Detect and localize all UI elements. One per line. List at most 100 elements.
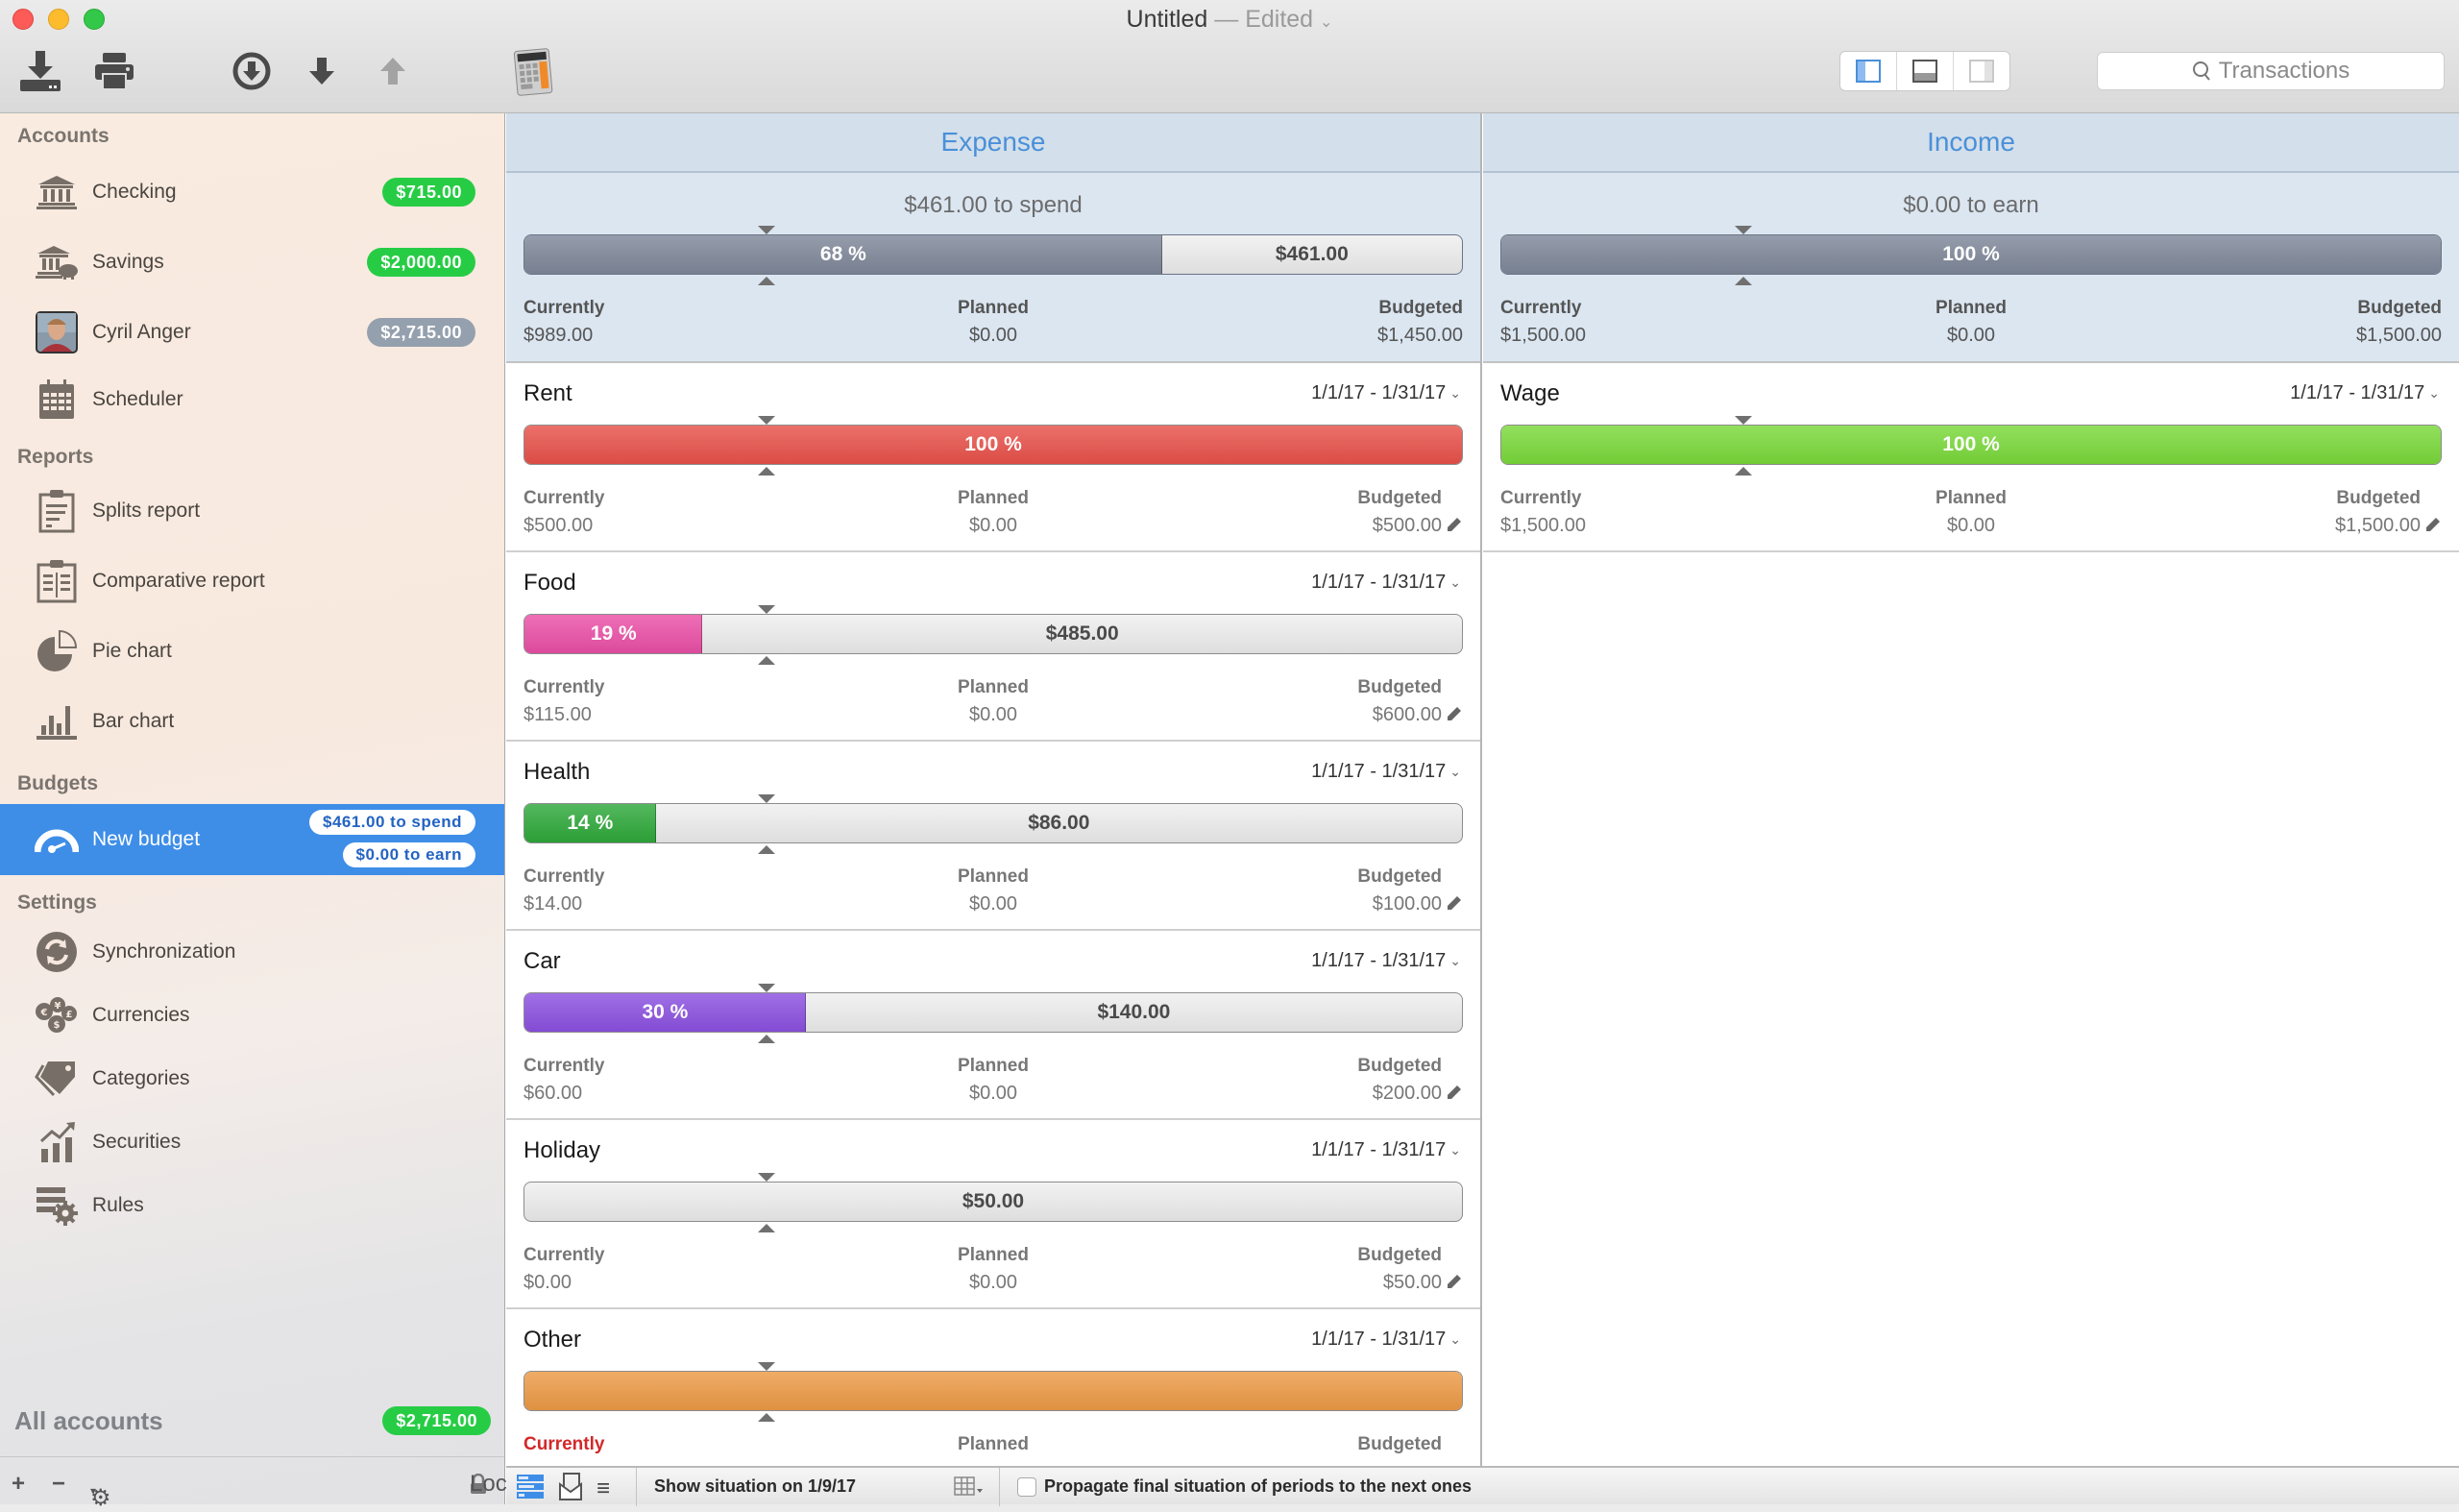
stat-value: $1,500.00 [2335,515,2421,536]
budget-category-row[interactable]: Health 1/1/17 - 1/31/17 ⌄ 14 % $86.00 Current… [506,742,1480,931]
list-view-button[interactable]: ≡ [596,1475,610,1502]
toolbar: Untitled — Edited ⌄ Transactions [0,0,2459,113]
period-selector[interactable]: 1/1/17 - 1/31/17 ⌄ [1311,950,1461,972]
sidebar-footer-bar: + − ⚙ ▾ Lock [0,1464,519,1511]
all-accounts-label: All accounts [14,1406,163,1435]
period-selector[interactable]: 1/1/17 - 1/31/17 ⌄ [1311,382,1461,404]
stat-currently: Currently $1,500.00 [1500,298,1586,347]
stat-value: $500.00 [523,515,594,536]
edit-pencil-icon[interactable] [1446,1273,1463,1297]
stat-label: Planned [958,298,1029,318]
view-mode-right-button[interactable] [1954,52,2009,90]
import-button[interactable] [17,48,63,94]
stat-label: Planned [958,1245,1029,1265]
stat-label: Budgeted [1357,866,1442,887]
period-selector[interactable]: 1/1/17 - 1/31/17 ⌄ [1311,1139,1461,1161]
period-selector[interactable]: 1/1/17 - 1/31/17 ⌄ [1311,761,1461,783]
sidebar-item-checking[interactable]: Checking $715.00 [0,165,504,219]
propagate-checkbox[interactable] [1017,1477,1036,1497]
budget-category-row[interactable]: Car 1/1/17 - 1/31/17 ⌄ 30 % $140.00 Currently… [506,931,1480,1120]
edit-pencil-icon[interactable] [1446,1084,1463,1108]
budget-list-icon [517,1475,544,1499]
svg-text:£: £ [66,1010,73,1020]
progress-percent [524,1372,1462,1410]
edit-pencil-icon[interactable] [2424,516,2442,540]
sidebar-item-comparative-report[interactable]: Comparative report [0,554,504,608]
sidebar-item-new-budget[interactable]: New budget $461.00 to spend $0.00 to ear… [0,804,504,875]
progress-percent: 100 % [1942,433,2000,455]
edit-pencil-icon[interactable] [1446,705,1463,729]
date-picker-button[interactable] [954,1476,985,1502]
stat-label: Budgeted [2336,488,2421,508]
progress-remaining: $140.00 [1097,1001,1171,1023]
stat-value: $200.00 [1372,1083,1442,1104]
category-name: Wage [1500,380,1560,406]
period-selector[interactable]: 1/1/17 - 1/31/17 ⌄ [1311,572,1461,594]
progress-percent: 19 % [590,622,637,645]
download-all-button[interactable] [231,48,273,94]
stat-planned: Planned $0.00 [958,866,1029,915]
sidebar-item-pie-chart[interactable]: Pie chart [0,624,504,678]
document-title: Untitled [1126,6,1208,33]
stat-label: Currently [523,1056,605,1076]
view-mode-sidebar-button[interactable] [1840,52,1897,90]
envelope-view-button[interactable] [558,1473,583,1506]
sidebar-item-label: Pie chart [92,640,172,662]
section-settings: Settings [17,891,97,914]
stat-label: Currently [523,488,605,508]
edit-pencil-icon[interactable] [1446,894,1463,918]
today-marker-bottom [758,277,775,285]
chevron-down-icon: ⌄ [1320,14,1333,31]
section-accounts: Accounts [17,125,110,147]
sidebar-item-synchronization[interactable]: Synchronization [0,925,504,979]
sidebar-item-rules[interactable]: Rules [0,1179,504,1232]
summary-stats: Currently $989.00 Planned $0.00 Budgeted $1… [523,298,1463,352]
period-label: 1/1/17 - 1/31/17 [1311,382,1447,403]
stat-currently: Currently $0.00 [523,1245,604,1294]
sidebar-item-securities[interactable]: Securities [0,1115,504,1169]
remove-account-button[interactable]: − [52,1471,65,1498]
period-selector[interactable]: 1/1/17 - 1/31/17 ⌄ [2290,382,2440,404]
budget-category-row[interactable]: Rent 1/1/17 - 1/31/17 ⌄ 100 % Currently $500.… [506,363,1480,552]
budget-view-button[interactable] [516,1474,545,1505]
window-title[interactable]: Untitled — Edited ⌄ [0,6,2459,34]
stat-currently: Currently $989.00 [523,298,604,347]
summary-headline: $0.00 to earn [1903,192,2039,218]
download-button[interactable] [305,48,338,94]
stat-value: $0.00 [1946,325,1996,346]
budget-category-row[interactable]: Wage 1/1/17 - 1/31/17 ⌄ 100 % Currently $1,50… [1483,363,2459,552]
app-window: Untitled — Edited ⌄ Transactions Account… [0,0,2459,1511]
sidebar-item-savings[interactable]: Savings $2,000.00 [0,235,504,289]
transactions-search-input[interactable]: Transactions [2097,52,2445,90]
edit-pencil-icon[interactable] [1446,516,1463,540]
calculator-button[interactable] [509,48,557,96]
propagate-label[interactable]: Propagate final situation of periods to … [1044,1476,1472,1497]
sidebar-item-scheduler[interactable]: Scheduler [0,373,504,427]
lock-button[interactable]: Lock [470,1471,519,1497]
sidebar-item-currencies[interactable]: € ¥ £ $ Currencies [0,988,504,1042]
period-selector[interactable]: 1/1/17 - 1/31/17 ⌄ [1311,1329,1461,1351]
situation-date-label[interactable]: Show situation on 1/9/17 [654,1476,856,1497]
view-mode-bottom-button[interactable] [1897,52,1954,90]
category-name: Other [523,1327,582,1353]
sidebar-item-cyril-anger[interactable]: Cyril Anger $2,715.00 [0,305,504,359]
upload-button[interactable] [377,48,409,94]
sidebar-item-categories[interactable]: Categories [0,1052,504,1106]
chevron-down-icon: ⌄ [1449,764,1461,779]
add-account-button[interactable]: + [12,1471,25,1498]
budget-category-row[interactable]: Food 1/1/17 - 1/31/17 ⌄ 19 % $485.00 Currentl… [506,552,1480,742]
budget-category-row[interactable]: Holiday 1/1/17 - 1/31/17 ⌄ $50.00 Currently $… [506,1120,1480,1309]
print-button[interactable] [91,48,137,94]
svg-text:$: $ [54,1020,61,1031]
sidebar-item-bar-chart[interactable]: Bar chart [0,695,504,748]
stat-currently: Currently $14.00 [523,866,604,915]
category-name: Holiday [523,1137,601,1163]
stat-value: $0.00 [968,1272,1018,1293]
sidebar-item-splits-report[interactable]: Splits report [0,484,504,538]
stat-label: Planned [958,488,1029,508]
avatar [35,310,79,354]
sidebar-item-label: Currencies [92,1004,190,1026]
stat-value: $14.00 [523,893,583,915]
divider [636,1468,637,1506]
today-marker-top [758,416,775,425]
